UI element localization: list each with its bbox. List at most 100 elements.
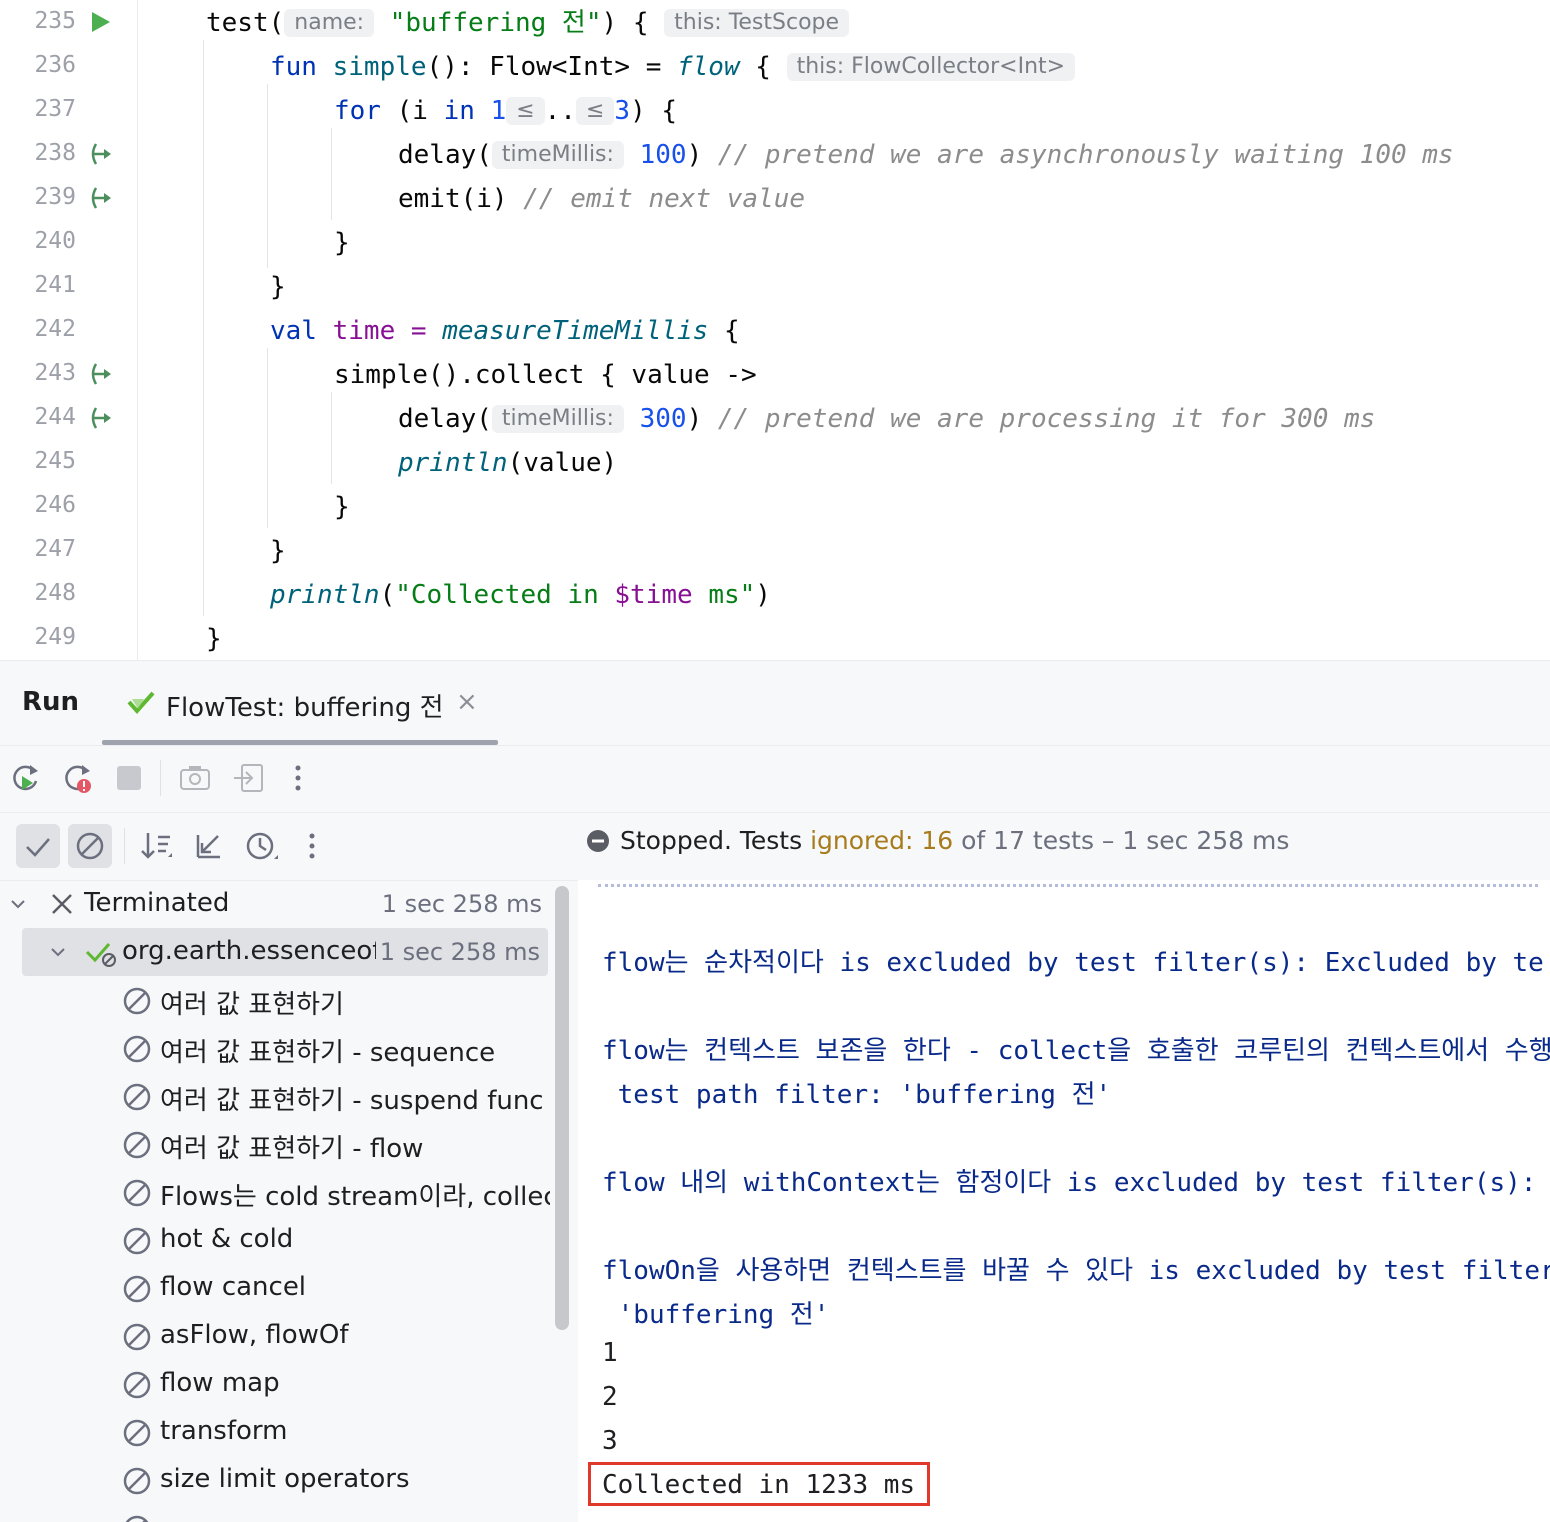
code-line-239[interactable]: emit(i) // emit next value (398, 184, 805, 214)
more-options-icon[interactable] (280, 759, 318, 797)
code-comment: // emit next value (523, 184, 805, 214)
show-passed-toggle[interactable] (16, 824, 60, 868)
tree-node-label: asFlow, flowOf (160, 1320, 349, 1350)
code-line-247[interactable]: } (270, 536, 286, 566)
close-icon[interactable]: × (456, 687, 478, 717)
tree-node-test[interactable]: hot & cold (0, 1216, 556, 1264)
more-options-icon[interactable] (294, 827, 332, 865)
tree-node-test[interactable]: flow cancel (0, 1264, 556, 1312)
code-editor[interactable]: 235 236 237 238 239 240 241 242 243 244 … (0, 0, 1550, 660)
tree-node-test[interactable]: Flows는 cold stream이라, collect (0, 1168, 556, 1216)
code-line-248[interactable]: println("Collected in $time ms") (270, 580, 771, 610)
tree-node-test[interactable]: 여러 값 표현하기 - suspend func (0, 1072, 556, 1120)
line-number: 242 (34, 316, 76, 342)
tree-node-test[interactable]: transform (0, 1408, 556, 1456)
line-number: 239 (34, 184, 76, 210)
ignored-icon (76, 832, 104, 860)
tree-node-time: 1 sec 258 ms (381, 890, 542, 918)
tree-node-test[interactable] (0, 1504, 556, 1522)
tree-node-test[interactable]: 여러 값 표현하기 - flow (0, 1120, 556, 1168)
tab-label: FlowTest: buffering 전 (166, 693, 444, 723)
suspend-call-icon (91, 143, 111, 165)
code-line-242[interactable]: val time = measureTimeMillis { (270, 316, 740, 346)
ignored-icon (123, 1371, 151, 1399)
console-line: flow는 순차적이다 is excluded by test filter(s… (602, 948, 1544, 978)
line-number: 235 (34, 8, 76, 34)
history-icon[interactable] (242, 827, 280, 865)
test-config-icon (127, 691, 155, 715)
line-number: 237 (34, 96, 76, 122)
number-literal: 300 (639, 404, 687, 434)
ignored-icon (123, 1179, 151, 1207)
tree-node-test[interactable]: 여러 값 표현하기 - sequence (0, 1024, 556, 1072)
tree-node-terminated[interactable]: Terminated 1 sec 258 ms (0, 880, 556, 928)
show-ignored-toggle[interactable] (68, 824, 112, 868)
run-panel-title: Run (22, 687, 80, 717)
indent-guide (331, 128, 332, 220)
tree-node-label: transform (160, 1416, 288, 1446)
export-icon[interactable] (230, 759, 268, 797)
code-line-240[interactable]: } (334, 228, 350, 258)
function-call: println (270, 580, 380, 610)
tree-scrollbar[interactable] (555, 886, 569, 1330)
tree-node-test-class[interactable]: org.earth.essenceofkotlin 1 sec 258 ms (22, 928, 548, 976)
sort-icon[interactable] (138, 827, 176, 865)
console-line: flowOn을 사용하면 컨텍스트를 바꿀 수 있다 is excluded b… (602, 1256, 1550, 1286)
chevron-down-icon[interactable] (48, 942, 68, 962)
code-token: (): Flow<Int> = (426, 52, 677, 82)
string-literal: "Collected in (395, 580, 615, 610)
console-line: test path filter: 'buffering 전' (602, 1080, 1112, 1110)
line-number: 245 (34, 448, 76, 474)
rerun-failed-icon[interactable] (58, 759, 96, 797)
code-line-245[interactable]: println(value) (398, 448, 617, 478)
string-literal: ms" (692, 580, 756, 610)
code-line-238[interactable]: delay(timeMillis: 100) // pretend we are… (398, 140, 1454, 170)
camera-icon[interactable] (176, 759, 214, 797)
stop-icon[interactable] (110, 759, 148, 797)
receiver-hint: this: FlowCollector<Int> (786, 53, 1076, 81)
chevron-down-icon[interactable] (8, 894, 28, 914)
code-token: ) (755, 580, 771, 610)
code-token: ) { (630, 96, 678, 126)
keyword: fun (270, 52, 317, 82)
tree-node-label: Terminated (84, 888, 230, 918)
rerun-icon[interactable] (6, 759, 44, 797)
ignored-icon (123, 1323, 151, 1351)
code-line-246[interactable]: } (334, 492, 350, 522)
code-line-235[interactable]: test(name: "buffering 전") { this: TestSc… (206, 8, 850, 38)
console-output[interactable]: flow는 순차적이다 is excluded by test filter(s… (578, 880, 1550, 1522)
console-line: flow 내의 withContext는 함정이다 is excluded by… (602, 1168, 1537, 1198)
tree-node-test[interactable]: asFlow, flowOf (0, 1312, 556, 1360)
run-test-icon[interactable] (86, 8, 114, 36)
tree-node-label: flow map (160, 1368, 280, 1398)
code-token: test( (206, 8, 285, 38)
code-line-243[interactable]: simple().collect { value -> (334, 360, 757, 390)
collapse-all-icon[interactable] (190, 827, 228, 865)
code-line-241[interactable]: } (270, 272, 286, 302)
tree-node-test[interactable]: size limit operators (0, 1456, 556, 1504)
line-number: 247 (34, 536, 76, 562)
test-status-summary: Stopped. Tests ignored: 16 of 17 tests –… (586, 826, 1289, 855)
tree-node-test[interactable]: flow map (0, 1360, 556, 1408)
ignored-icon (125, 1515, 149, 1522)
indent-guide (203, 40, 204, 616)
tree-node-label: 여러 값 표현하기 (160, 990, 344, 1020)
run-tab-bar: Run FlowTest: buffering 전 × (0, 660, 1550, 746)
console-line: 'buffering 전' (602, 1300, 830, 1330)
ignored-icon (123, 1035, 151, 1063)
code-token: .. (544, 96, 576, 126)
console-line: 3 (602, 1426, 618, 1456)
code-token: emit(i) (398, 184, 508, 214)
code-line-237[interactable]: for (i in 1 ≤.. ≤3) { (334, 96, 677, 126)
tab-flowtest[interactable]: FlowTest: buffering 전 × (102, 661, 498, 745)
function-name: simple (332, 52, 427, 82)
tree-node-test[interactable]: 여러 값 표현하기 (0, 976, 556, 1024)
toolbar-separator (160, 760, 161, 796)
tree-node-label: org.earth.essenceofkotlin (122, 936, 392, 966)
code-line-236[interactable]: fun simple(): Flow<Int> = flow { this: F… (270, 52, 1076, 82)
test-tree[interactable]: Terminated 1 sec 258 ms org.earth.essenc… (0, 880, 556, 1522)
range-hint: ≤ (506, 97, 545, 125)
terminated-icon (52, 894, 72, 914)
code-line-244[interactable]: delay(timeMillis: 300) // pretend we are… (398, 404, 1375, 434)
code-line-249[interactable]: } (206, 624, 222, 654)
